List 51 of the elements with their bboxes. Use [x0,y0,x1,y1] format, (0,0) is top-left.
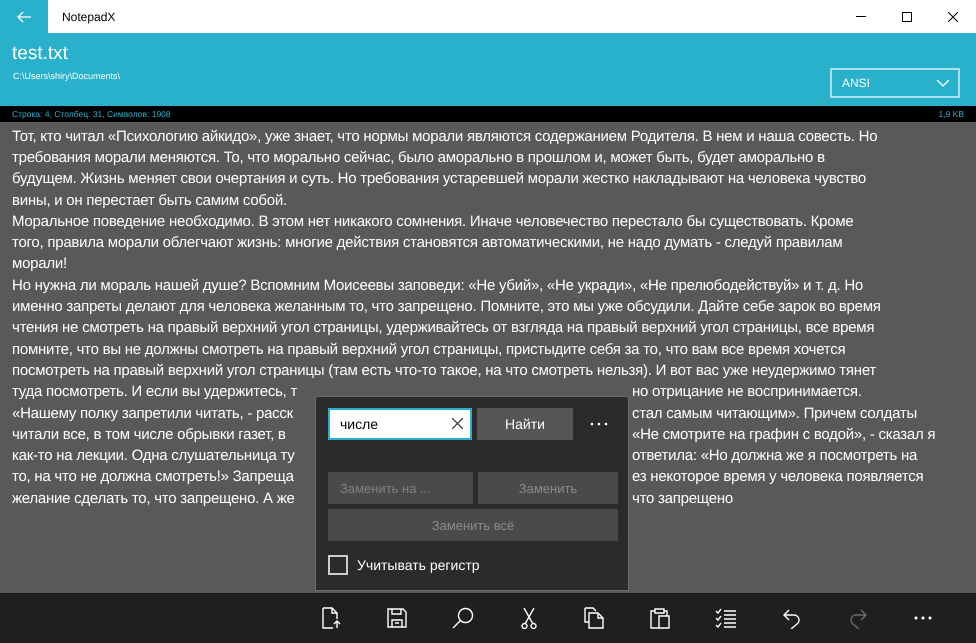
match-case-checkbox[interactable] [328,555,348,575]
search-field[interactable]: числе [328,408,472,440]
text-line: того, правила морали облегчают жизнь: многие действия становятся автоматическими, не надо думать - следуй правилам [12,234,842,252]
text-line: будущем. Жизнь меняет свои очертания и суть. Но требования устаревшей морали жестко накладывают на человека чувство [12,170,866,188]
text-line: Моральное поведение необходимо. В этом нет никакого сомнения. Иначе человечество перестало бы существовать. Кроме [12,212,854,231]
text-line: посмотреть на правый верхний угол страницы (там есть что-то такое, на что смотреть нельзя). И вот вас уже неудержимо тянет [12,362,876,380]
text-line: то, на что не должна смотреть!» Запреща [12,468,294,486]
text-line: читали все, в том числе обрывки газет, в [12,426,286,444]
redo-icon [848,607,867,629]
undo-icon [782,607,801,629]
save-icon [386,608,407,628]
clipboard-icon [650,607,670,629]
checkbox-label: Учитывать регистр [357,557,480,573]
checklist-icon [714,608,737,628]
text-line: Тот, кто читал «Психологию айкидо», уже знает, что нормы морали являются содержанием Родителя. В нем и наша совесть. Но [12,128,878,146]
file-name: test.txt [12,43,69,65]
chevron-down-icon [936,79,950,87]
text-line: помните, что вы не должны смотреть на правый верхний угол страницы, пристыдите себя за то, что вам все время хочется [12,340,846,359]
file-size: 1,9 KB [938,109,964,119]
text-line: туда посмотреть. И если вы удержитесь, т [12,383,298,402]
text-line: что запрещено [632,490,733,508]
scissors-icon [520,607,537,629]
text-line: ез некоторое время у человека появляется [632,468,924,486]
window-title: NotepadX [62,10,116,24]
text-line: но отрицание не воспринимается. [632,383,862,402]
more-icon[interactable] [590,422,608,426]
text-line: требования морали меняются. То, что морально сейчас, было аморально в прошлом и, может быть, будет аморально в [12,148,825,167]
text-line: вины, и он перестает быть самим собой. [12,192,287,210]
encoding-dropdown[interactable]: ANSI [830,68,960,98]
text-line: именно запреты делают для человека желанным то, что запрещено. Помните, это мы уже обсудили. Дайте себе зарок во время [12,298,881,316]
find-button[interactable]: Найти [477,408,573,440]
text-line: ответила: «Но должна же я посмотреть на [632,447,918,466]
cursor-position: Строка: 4, Столбец: 31, Символов: 1908 [12,109,171,119]
file-path: C:\Users\shiry\Documents\ [13,71,120,81]
search-icon [452,607,474,629]
text-line: как-то на лекции. Одна слушательница ту [12,447,294,466]
text-line: «Не смотрите на графин с водой», - сказал я [632,426,936,444]
back-arrow-icon [17,10,31,22]
copy-icon [584,607,604,629]
maximize-icon [902,12,912,22]
text-line: Но нужна ли мораль нашей душе? Вспомним Моисеевы заповеди: «Не убий», «Не укради», «Не прелюбодействуй» и т. д. Но [12,276,863,295]
text-line: морали! [12,255,67,274]
text-line: стал самым читающим». Причем солдаты [632,404,918,422]
text-line: «Нашему полку запретили читать, - расск [12,404,293,422]
clear-icon[interactable] [452,418,463,429]
close-icon [948,12,958,22]
file-upload-icon [321,607,342,629]
minimize-icon [856,16,866,17]
text-line: чтения не смотреть на правый верхний угол страницы, удерживайтесь от взгляда на правый верхний угол страницы, все время [12,319,874,338]
text-line: желание сделать то, что запрещено. А же [12,490,295,508]
more-icon [914,616,932,620]
